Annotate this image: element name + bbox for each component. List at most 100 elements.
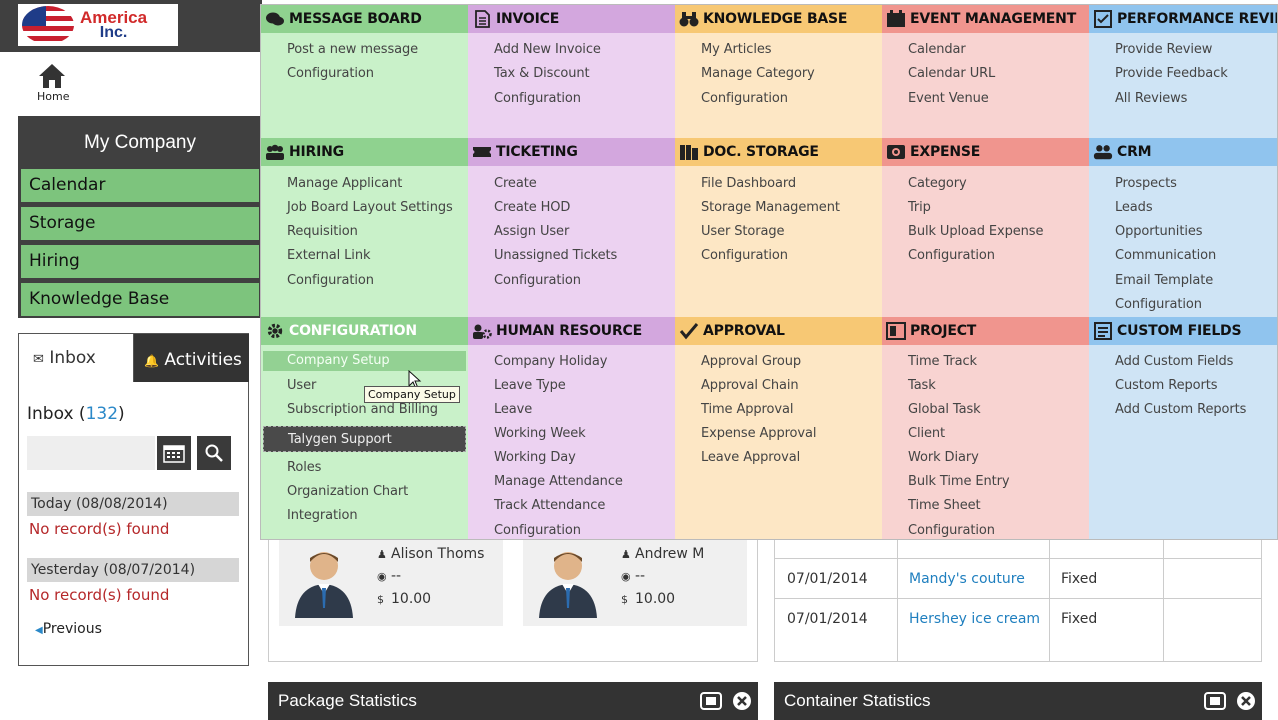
menu-item-storage-management[interactable]: Storage Management: [701, 200, 840, 215]
menu-item-assign-user[interactable]: Assign User: [494, 224, 569, 239]
menu-header-human-resource[interactable]: HUMAN RESOURCE: [468, 317, 675, 345]
menu-item-add-custom-fields[interactable]: Add Custom Fields: [1115, 354, 1233, 369]
close-icon[interactable]: [1236, 691, 1256, 711]
company-logo[interactable]: America Inc.: [18, 4, 178, 46]
menu-item-leave-approval[interactable]: Leave Approval: [701, 450, 800, 465]
menu-item-provide-review[interactable]: Provide Review: [1115, 42, 1212, 57]
menu-item-company-setup[interactable]: Company Setup: [263, 351, 466, 371]
menu-item-time-approval[interactable]: Time Approval: [701, 402, 793, 417]
menu-item-crm-config[interactable]: Configuration: [1115, 297, 1202, 312]
menu-item-calendar-url[interactable]: Calendar URL: [908, 66, 995, 81]
menu-header-approval[interactable]: APPROVAL: [675, 317, 882, 345]
menu-item-unassigned-tickets[interactable]: Unassigned Tickets: [494, 248, 617, 263]
menu-item-expense-approval[interactable]: Expense Approval: [701, 426, 816, 441]
menu-item-expense-config[interactable]: Configuration: [908, 248, 995, 263]
menu-item-communication[interactable]: Communication: [1115, 248, 1216, 263]
menu-item-company-holiday[interactable]: Company Holiday: [494, 354, 607, 369]
menu-item-talygen-support[interactable]: Talygen Support: [263, 426, 466, 452]
menu-item-category[interactable]: Category: [908, 176, 967, 191]
menu-item-global-task[interactable]: Global Task: [908, 402, 981, 417]
menu-item-calendar[interactable]: Calendar: [908, 42, 966, 57]
menu-item-create-hod[interactable]: Create HOD: [494, 200, 570, 215]
menu-item-post-message[interactable]: Post a new message: [287, 42, 418, 57]
expand-icon[interactable]: [1204, 692, 1226, 710]
company-item-storage[interactable]: Storage: [21, 207, 259, 240]
menu-item-project-config[interactable]: Configuration: [908, 523, 995, 538]
company-item-hiring[interactable]: Hiring: [21, 245, 259, 278]
search-button[interactable]: [197, 436, 231, 470]
menu-item-create-ticket[interactable]: Create: [494, 176, 537, 191]
menu-item-file-dashboard[interactable]: File Dashboard: [701, 176, 796, 191]
menu-item-requisition[interactable]: Requisition: [287, 224, 358, 239]
previous-link[interactable]: ◀Previous: [35, 621, 102, 637]
menu-header-custom-fields[interactable]: CUSTOM FIELDS: [1089, 317, 1277, 345]
menu-item-email-template[interactable]: Email Template: [1115, 273, 1213, 288]
menu-header-performance-review[interactable]: PERFORMANCE REVIEW: [1089, 5, 1277, 33]
menu-header-ticketing[interactable]: TICKETING: [468, 138, 675, 166]
menu-item-working-day[interactable]: Working Day: [494, 450, 576, 465]
company-item-calendar[interactable]: Calendar: [21, 169, 259, 202]
menu-item-subscription-billing[interactable]: Subscription and Billing: [287, 402, 438, 417]
menu-item-my-articles[interactable]: My Articles: [701, 42, 772, 57]
menu-header-event-management[interactable]: EVENT MANAGEMENT: [882, 5, 1089, 33]
menu-item-prospects[interactable]: Prospects: [1115, 176, 1177, 191]
menu-item-time-sheet[interactable]: Time Sheet: [908, 498, 981, 513]
company-item-knowledge-base[interactable]: Knowledge Base: [21, 283, 259, 316]
menu-item-manage-applicant[interactable]: Manage Applicant: [287, 176, 402, 191]
menu-item-roles[interactable]: Roles: [287, 460, 321, 475]
menu-item-leads[interactable]: Leads: [1115, 200, 1153, 215]
menu-item-job-board-layout[interactable]: Job Board Layout Settings: [287, 200, 453, 215]
menu-item-event-venue[interactable]: Event Venue: [908, 91, 989, 106]
menu-item-leave[interactable]: Leave: [494, 402, 532, 417]
menu-item-user[interactable]: User: [287, 378, 316, 393]
menu-header-crm[interactable]: CRM: [1089, 138, 1277, 166]
menu-header-expense[interactable]: EXPENSE: [882, 138, 1089, 166]
menu-item-all-reviews[interactable]: All Reviews: [1115, 91, 1187, 106]
expand-icon[interactable]: [700, 692, 722, 710]
menu-header-message-board[interactable]: MESSAGE BOARD: [261, 5, 468, 33]
row-client-link[interactable]: Mandy's couture: [909, 559, 1025, 599]
menu-item-storage-config[interactable]: Configuration: [701, 248, 788, 263]
menu-item-trip[interactable]: Trip: [908, 200, 931, 215]
menu-header-configuration[interactable]: CONFIGURATION: [261, 317, 468, 345]
menu-item-working-week[interactable]: Working Week: [494, 426, 586, 441]
menu-item-user-storage[interactable]: User Storage: [701, 224, 785, 239]
menu-header-invoice[interactable]: INVOICE: [468, 5, 675, 33]
close-icon[interactable]: [732, 691, 752, 711]
menu-item-add-invoice[interactable]: Add New Invoice: [494, 42, 601, 57]
menu-item-bulk-time-entry[interactable]: Bulk Time Entry: [908, 474, 1010, 489]
menu-item-manage-category[interactable]: Manage Category: [701, 66, 815, 81]
menu-item-leave-type[interactable]: Leave Type: [494, 378, 566, 393]
person-card[interactable]: ♟ Alison Thoms ◉ -- $10.00: [279, 540, 503, 626]
menu-item-hiring-config[interactable]: Configuration: [287, 273, 374, 288]
menu-header-project[interactable]: PROJECT: [882, 317, 1089, 345]
menu-item-client[interactable]: Client: [908, 426, 945, 441]
menu-item-track-attendance[interactable]: Track Attendance: [494, 498, 605, 513]
menu-item-integration[interactable]: Integration: [287, 508, 358, 523]
menu-item-approval-group[interactable]: Approval Group: [701, 354, 801, 369]
menu-item-custom-reports[interactable]: Custom Reports: [1115, 378, 1218, 393]
menu-item-provide-feedback[interactable]: Provide Feedback: [1115, 66, 1228, 81]
tab-inbox[interactable]: ✉ Inbox: [19, 334, 134, 382]
menu-item-message-config[interactable]: Configuration: [287, 66, 374, 81]
home-button[interactable]: Home: [18, 52, 262, 114]
calendar-button[interactable]: [157, 436, 191, 470]
menu-item-external-link[interactable]: External Link: [287, 248, 370, 263]
menu-item-invoice-config[interactable]: Configuration: [494, 91, 581, 106]
menu-item-ticketing-config[interactable]: Configuration: [494, 273, 581, 288]
menu-header-doc-storage[interactable]: DOC. STORAGE: [675, 138, 882, 166]
menu-item-approval-chain[interactable]: Approval Chain: [701, 378, 799, 393]
menu-item-bulk-upload-expense[interactable]: Bulk Upload Expense: [908, 224, 1043, 239]
menu-item-manage-attendance[interactable]: Manage Attendance: [494, 474, 623, 489]
menu-item-organization-chart[interactable]: Organization Chart: [287, 484, 408, 499]
inbox-search-input[interactable]: [27, 436, 155, 470]
menu-item-hr-config[interactable]: Configuration: [494, 523, 581, 538]
menu-item-tax-discount[interactable]: Tax & Discount: [494, 66, 590, 81]
row-client-link[interactable]: Hershey ice cream: [909, 599, 1040, 639]
menu-item-opportunities[interactable]: Opportunities: [1115, 224, 1203, 239]
person-card[interactable]: ♟ Andrew M ◉ -- $10.00: [523, 540, 747, 626]
menu-item-kb-config[interactable]: Configuration: [701, 91, 788, 106]
menu-item-add-custom-reports[interactable]: Add Custom Reports: [1115, 402, 1246, 417]
tab-activities[interactable]: 🔔 Activities: [134, 334, 249, 382]
menu-header-knowledge-base[interactable]: KNOWLEDGE BASE: [675, 5, 882, 33]
